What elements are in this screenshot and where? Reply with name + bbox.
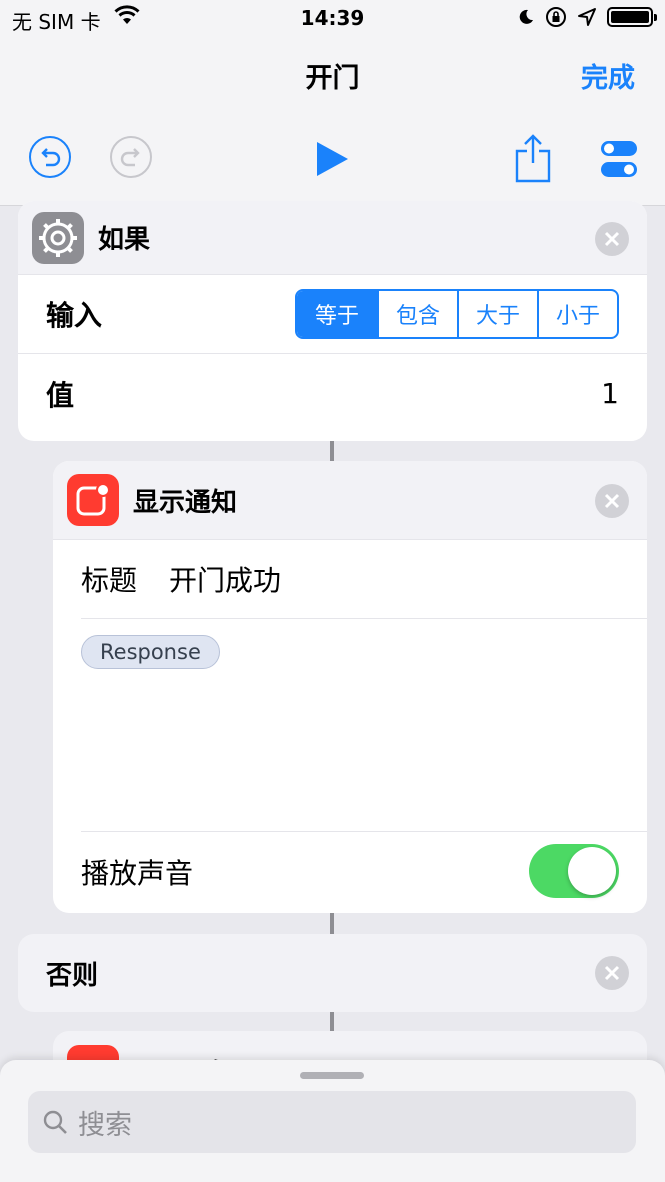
- play-sound-row: 播放声音: [53, 832, 647, 912]
- location-icon: [578, 8, 596, 26]
- settings-toggles-icon[interactable]: [600, 139, 638, 179]
- play-sound-toggle[interactable]: [529, 844, 619, 898]
- play-icon[interactable]: [314, 140, 350, 178]
- variable-chip[interactable]: Response: [81, 635, 220, 669]
- title-field-value[interactable]: 开门成功: [169, 559, 281, 599]
- gear-icon: [32, 211, 84, 264]
- segment-contains[interactable]: 包含: [377, 291, 457, 337]
- notification-card-header: 显示通知: [53, 461, 647, 540]
- input-label: 输入: [46, 299, 103, 332]
- done-button[interactable]: 完成: [581, 56, 635, 95]
- page-title: 开门: [305, 63, 360, 94]
- value-label: 值: [46, 378, 75, 412]
- close-icon: [604, 231, 620, 247]
- condition-segmented-control[interactable]: 等于 包含 大于 小于: [295, 289, 619, 339]
- search-placeholder: 搜索: [78, 1109, 132, 1141]
- orientation-lock-icon: [546, 7, 566, 27]
- battery-icon: [607, 7, 657, 27]
- notification-title-row[interactable]: 标题 开门成功: [81, 540, 647, 619]
- value-field[interactable]: 1: [601, 377, 619, 410]
- flow-connector: [330, 1012, 334, 1031]
- notification-body-field[interactable]: Response: [81, 619, 647, 832]
- play-sound-label: 播放声音: [81, 857, 194, 890]
- segment-less[interactable]: 小于: [537, 291, 617, 337]
- value-row[interactable]: 值 1: [18, 354, 647, 433]
- if-card-title: 如果: [98, 225, 151, 255]
- search-input[interactable]: 搜索: [28, 1091, 636, 1153]
- notification-card-title: 显示通知: [133, 487, 238, 518]
- share-icon[interactable]: [514, 133, 552, 183]
- show-notification-card: 显示通知 标题 开门成功 Response 播放声音: [53, 461, 647, 913]
- undo-icon[interactable]: [28, 135, 72, 179]
- title-field-label: 标题: [81, 564, 138, 597]
- close-icon: [604, 493, 620, 509]
- remove-notification-button[interactable]: [595, 484, 629, 518]
- else-card: 否则: [18, 934, 647, 1012]
- notification-app-icon: [67, 474, 119, 526]
- if-action-card: 如果 输入 等于 包含 大于 小于 值 1: [18, 201, 647, 441]
- actions-bottom-sheet[interactable]: 搜索: [0, 1060, 665, 1182]
- segment-greater[interactable]: 大于: [457, 291, 537, 337]
- search-icon: [43, 1110, 67, 1134]
- redo-icon[interactable]: [109, 135, 153, 179]
- remove-if-button[interactable]: [595, 222, 629, 256]
- flow-connector: [330, 441, 334, 461]
- close-icon: [604, 965, 620, 981]
- moon-icon: [519, 9, 533, 24]
- input-row: 输入 等于 包含 大于 小于: [18, 275, 647, 354]
- segment-equals[interactable]: 等于: [297, 291, 377, 337]
- navigation-bar: 开门 完成: [0, 38, 665, 206]
- remove-else-button[interactable]: [595, 956, 629, 990]
- else-label: 否则: [46, 960, 99, 991]
- status-bar: 无 SIM 卡 14:39: [0, 0, 665, 38]
- sheet-grabber[interactable]: [300, 1072, 364, 1079]
- flow-connector: [330, 913, 334, 934]
- if-card-header: 如果: [18, 201, 647, 275]
